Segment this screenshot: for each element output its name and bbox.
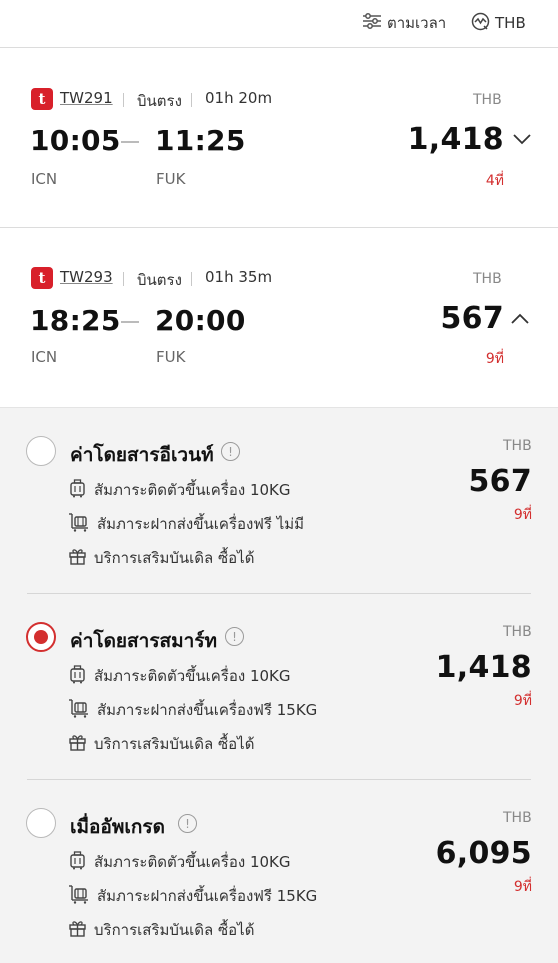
seats-left: 9ที่ — [513, 507, 532, 523]
flight-price: 567 — [440, 301, 504, 336]
gift-icon — [68, 733, 94, 756]
fare-radio-selected[interactable] — [26, 622, 56, 652]
time-dash — [121, 321, 139, 323]
flight-card[interactable]: t TW291 บินตรง 01h 20m 10:05 11:25 ICN F… — [0, 48, 558, 228]
entertainment-text: บริการเสริมบันเดิล ซื้อได้ — [94, 921, 255, 939]
carry-on-text: สัมภาระติดตัวขึ้นเครื่อง 10KG — [94, 481, 291, 499]
fare-option-upgrade[interactable]: เมื่ออัพเกรด ! สัมภาระติดตัวขึ้นเครื่อง … — [0, 780, 558, 963]
carry-on-feature: สัมภาระติดตัวขึ้นเครื่อง 10KG — [68, 478, 291, 502]
arrival-airport: FUK — [156, 348, 186, 366]
carry-on-bag-icon — [68, 478, 94, 502]
checked-baggage-icon — [68, 884, 97, 908]
fare-price: 1,418 — [435, 650, 532, 685]
fare-options-panel: ค่าโดยสารอีเวนท์ ! สัมภาระติดตัวขึ้นเครื… — [0, 408, 558, 963]
divider — [123, 93, 124, 107]
chevron-up-icon[interactable] — [510, 310, 530, 329]
divider — [191, 93, 192, 107]
sort-label: ตามเวลา — [387, 14, 447, 32]
price-currency: THB — [503, 438, 532, 454]
flight-type: บินตรง — [137, 271, 182, 289]
checked-baggage-text: สัมภาระฝากส่งขึ้นเครื่องฟรี 15KG — [97, 701, 318, 719]
chevron-down-icon[interactable] — [512, 130, 532, 149]
airline-logo: t — [31, 88, 53, 110]
currency-exchange-icon — [471, 12, 495, 35]
currency-button[interactable]: THB — [471, 12, 526, 34]
departure-airport: ICN — [31, 348, 58, 366]
fare-price: 567 — [468, 464, 532, 499]
fare-radio[interactable] — [26, 808, 56, 838]
departure-airport: ICN — [31, 170, 58, 188]
fare-price: 6,095 — [435, 836, 532, 871]
carry-on-text: สัมภาระติดตัวขึ้นเครื่อง 10KG — [94, 667, 291, 685]
checked-baggage-text: สัมภาระฝากส่งขึ้นเครื่องฟรี ไม่มี — [97, 515, 305, 533]
gift-icon — [68, 547, 94, 570]
checked-baggage-text: สัมภาระฝากส่งขึ้นเครื่องฟรี 15KG — [97, 887, 318, 905]
flight-number[interactable]: TW293 — [60, 268, 113, 286]
checked-baggage-feature: สัมภาระฝากส่งขึ้นเครื่องฟรี ไม่มี — [68, 512, 305, 536]
price-currency: THB — [503, 624, 532, 640]
checked-baggage-feature: สัมภาระฝากส่งขึ้นเครื่องฟรี 15KG — [68, 698, 318, 722]
price-currency: THB — [473, 271, 502, 287]
arrival-time: 11:25 — [155, 124, 246, 157]
fare-option-event[interactable]: ค่าโดยสารอีเวนท์ ! สัมภาระติดตัวขึ้นเครื… — [0, 408, 558, 594]
departure-time: 10:05 — [30, 124, 121, 157]
seats-left: 4ที่ — [485, 173, 504, 189]
entertainment-feature: บริการเสริมบันเดิล ซื้อได้ — [68, 734, 254, 754]
entertainment-feature: บริการเสริมบันเดิล ซื้อได้ — [68, 920, 254, 940]
time-dash — [121, 141, 139, 143]
carry-on-text: สัมภาระติดตัวขึ้นเครื่อง 10KG — [94, 853, 291, 871]
fare-radio[interactable] — [26, 436, 56, 466]
fare-name: เมื่ออัพเกรด — [70, 816, 165, 838]
entertainment-text: บริการเสริมบันเดิล ซื้อได้ — [94, 549, 255, 567]
sort-by-time-button[interactable]: ตามเวลา — [362, 12, 446, 34]
price-currency: THB — [473, 92, 502, 108]
price-currency: THB — [503, 810, 532, 826]
seats-left: 9ที่ — [513, 693, 532, 709]
sliders-icon — [362, 12, 387, 34]
entertainment-text: บริการเสริมบันเดิล ซื้อได้ — [94, 735, 255, 753]
seats-left: 9ที่ — [513, 879, 532, 895]
flight-price: 1,418 — [407, 122, 504, 157]
flight-duration: 01h 20m — [205, 89, 273, 107]
carry-on-feature: สัมภาระติดตัวขึ้นเครื่อง 10KG — [68, 850, 291, 874]
currency-label: THB — [495, 14, 526, 32]
flight-type: บินตรง — [137, 92, 182, 110]
flight-number[interactable]: TW291 — [60, 89, 113, 107]
seats-left: 9ที่ — [485, 351, 504, 367]
checked-baggage-feature: สัมภาระฝากส่งขึ้นเครื่องฟรี 15KG — [68, 884, 318, 908]
checked-baggage-icon — [68, 512, 97, 536]
fare-name: ค่าโดยสารอีเวนท์ — [70, 444, 214, 466]
flight-card[interactable]: t TW293 บินตรง 01h 35m 18:25 20:00 ICN F… — [0, 228, 558, 408]
gift-icon — [68, 919, 94, 942]
arrival-airport: FUK — [156, 170, 186, 188]
info-icon[interactable]: ! — [221, 442, 240, 461]
fare-option-smart[interactable]: ค่าโดยสารสมาร์ท ! สัมภาระติดตัวขึ้นเครื่… — [0, 594, 558, 780]
divider — [191, 272, 192, 286]
fare-name: ค่าโดยสารสมาร์ท — [70, 630, 218, 652]
info-icon[interactable]: ! — [178, 814, 197, 833]
carry-on-bag-icon — [68, 664, 94, 688]
carry-on-feature: สัมภาระติดตัวขึ้นเครื่อง 10KG — [68, 664, 291, 688]
flight-duration: 01h 35m — [205, 268, 273, 286]
checked-baggage-icon — [68, 698, 97, 722]
arrival-time: 20:00 — [155, 304, 246, 337]
departure-time: 18:25 — [30, 304, 121, 337]
carry-on-bag-icon — [68, 850, 94, 874]
divider — [123, 272, 124, 286]
top-toolbar: ตามเวลา THB — [0, 0, 558, 48]
info-icon[interactable]: ! — [225, 627, 244, 646]
airline-logo: t — [31, 267, 53, 289]
entertainment-feature: บริการเสริมบันเดิล ซื้อได้ — [68, 548, 254, 568]
